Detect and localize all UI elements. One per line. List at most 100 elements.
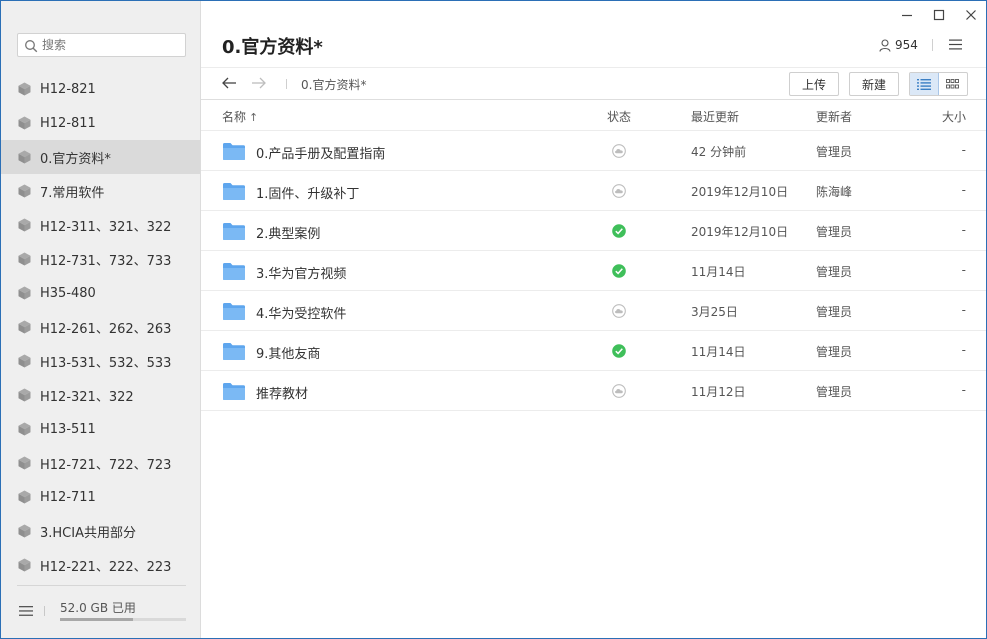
sidebar-item[interactable]: H12-321、322 [1, 378, 200, 412]
updater-name: 管理员 [816, 265, 853, 279]
sidebar-item[interactable]: H12-731、732、733 [1, 242, 200, 276]
table-row[interactable]: 2.典型案例 2019年12月10日 管理员 - [201, 211, 986, 251]
list-view-icon [916, 78, 931, 90]
library-cube-icon [18, 286, 31, 300]
sort-ascending-icon: ↑ [249, 111, 259, 124]
updater-name: 管理员 [816, 145, 853, 159]
minimize-icon[interactable] [899, 7, 915, 23]
folder-name[interactable]: 0.产品手册及配置指南 [256, 143, 385, 162]
table-row[interactable]: 4.华为受控软件 3月25日 管理员 - [201, 291, 986, 331]
cloud-status-icon [612, 384, 626, 398]
forward-arrow-icon[interactable] [251, 75, 267, 91]
cloud-status-icon [612, 144, 626, 158]
size-value: - [961, 343, 966, 357]
library-cube-icon [18, 116, 31, 130]
storage-bar [60, 618, 186, 621]
library-cube-icon [18, 150, 31, 164]
sidebar-item-label: H13-531、532、533 [40, 355, 172, 371]
sidebar-item[interactable]: H12-711 [1, 480, 200, 514]
updated-time: 11月14日 [691, 265, 746, 279]
size-value: - [961, 303, 966, 317]
sidebar-item[interactable]: H12-311、321、322 [1, 208, 200, 242]
sidebar-item[interactable]: H12-811 [1, 106, 200, 140]
folder-icon [223, 303, 245, 320]
folder-icon [223, 183, 245, 200]
updater-name: 管理员 [816, 225, 853, 239]
column-header-updated[interactable]: 最近更新 [691, 108, 739, 125]
updated-time: 42 分钟前 [691, 145, 747, 159]
back-arrow-icon[interactable] [221, 75, 237, 91]
menu-icon[interactable] [19, 605, 33, 617]
folder-name[interactable]: 3.华为官方视频 [256, 263, 346, 282]
library-cube-icon [18, 354, 31, 368]
table-row[interactable]: 推荐教材 11月12日 管理员 - [201, 371, 986, 411]
list-view-button[interactable] [910, 73, 939, 95]
member-count[interactable]: 954 [879, 38, 918, 52]
column-header-name[interactable]: 名称 ↑ [222, 108, 258, 125]
sidebar-item[interactable]: H13-531、532、533 [1, 344, 200, 378]
sidebar-item[interactable]: H35-480 [1, 276, 200, 310]
folder-name[interactable]: 4.华为受控软件 [256, 303, 346, 322]
sidebar-item[interactable]: 7.常用软件 [1, 174, 200, 208]
maximize-icon[interactable] [931, 7, 947, 23]
sidebar-item[interactable]: 3.HCIA共用部分 [1, 514, 200, 548]
library-cube-icon [18, 422, 31, 436]
sidebar-item[interactable]: H12-261、262、263 [1, 310, 200, 344]
updater-name: 管理员 [816, 305, 853, 319]
grid-view-button[interactable] [939, 73, 967, 95]
sidebar-item-label: H12-821 [40, 81, 96, 97]
folder-icon [223, 143, 245, 160]
header-separator [932, 39, 933, 51]
breadcrumb[interactable]: 0.官方资料* [301, 76, 366, 93]
search-input[interactable] [42, 36, 182, 54]
cloud-status-icon [612, 184, 626, 198]
more-menu-icon[interactable] [949, 39, 962, 50]
storage-bar-fill [60, 618, 134, 621]
folder-name[interactable]: 2.典型案例 [256, 223, 320, 242]
page-title: 0.官方资料* [222, 37, 323, 58]
synced-check-icon [612, 344, 626, 358]
sidebar-item[interactable]: H13-511 [1, 412, 200, 446]
size-value: - [961, 183, 966, 197]
updated-time: 2019年12月10日 [691, 225, 789, 239]
sidebar-item-label: H12-721、722、723 [40, 457, 172, 473]
sidebar-item-label: H12-811 [40, 115, 96, 131]
new-button[interactable]: 新建 [849, 72, 899, 96]
cloud-status-icon [612, 304, 626, 318]
search-box[interactable] [17, 33, 186, 57]
sidebar-item[interactable]: H12-821 [1, 72, 200, 106]
column-header-size[interactable]: 大小 [942, 108, 966, 125]
sidebar-item-label: H12-261、262、263 [40, 321, 172, 337]
table-row[interactable]: 3.华为官方视频 11月14日 管理员 - [201, 251, 986, 291]
synced-check-icon [612, 264, 626, 278]
folder-name[interactable]: 推荐教材 [256, 383, 308, 402]
size-value: - [961, 383, 966, 397]
sidebar-item-label: H12-221、222、223 [40, 559, 172, 575]
sidebar: H12-821 H12-811 0.官方资料* 7.常用软件 H12-311、321、3… [1, 1, 201, 638]
library-cube-icon [18, 82, 31, 96]
table-row[interactable]: 0.产品手册及配置指南 42 分钟前 管理员 - [201, 131, 986, 171]
updater-name: 管理员 [816, 385, 853, 399]
column-header-updater[interactable]: 更新者 [816, 108, 852, 125]
updated-time: 3月25日 [691, 305, 738, 319]
sidebar-item[interactable]: 0.官方资料* [1, 140, 200, 174]
footer-divider [17, 585, 186, 586]
upload-button[interactable]: 上传 [789, 72, 839, 96]
folder-name[interactable]: 9.其他友商 [256, 343, 320, 362]
folder-icon [223, 263, 245, 280]
folder-name[interactable]: 1.固件、升级补丁 [256, 183, 359, 202]
library-cube-icon [18, 558, 31, 572]
sidebar-item[interactable]: H12-221、222、223 [1, 548, 200, 582]
sidebar-item[interactable]: H12-721、722、723 [1, 446, 200, 480]
table-row[interactable]: 1.固件、升级补丁 2019年12月10日 陈海峰 - [201, 171, 986, 211]
sidebar-item-label: H12-711 [40, 489, 96, 505]
file-list: 0.产品手册及配置指南 42 分钟前 管理员 -1.固件、升级补丁 2019年12月10… [201, 131, 986, 411]
library-cube-icon [18, 524, 31, 538]
sidebar-item-label: H35-480 [40, 285, 96, 301]
user-icon [879, 38, 891, 52]
updater-name: 陈海峰 [816, 185, 853, 199]
column-header-status[interactable]: 状态 [607, 108, 631, 125]
table-row[interactable]: 9.其他友商 11月14日 管理员 - [201, 331, 986, 371]
close-icon[interactable] [963, 7, 979, 23]
search-icon [25, 40, 38, 53]
